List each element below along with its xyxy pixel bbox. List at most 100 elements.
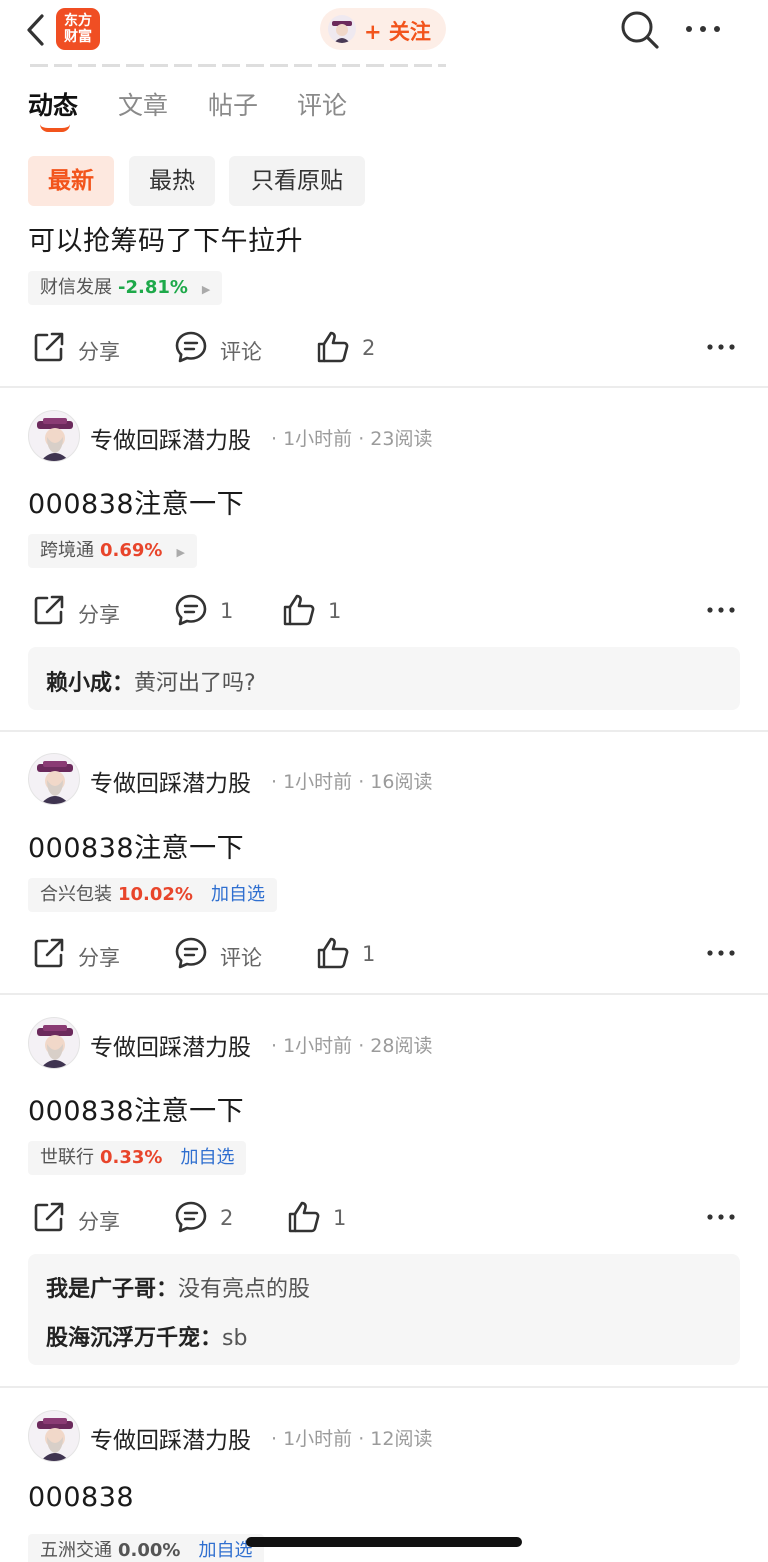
- stock-tag[interactable]: 五洲交通 0.00% 加自选: [28, 1534, 265, 1562]
- add-watchlist-button[interactable]: 加自选: [180, 1147, 234, 1168]
- thumbs-up-icon: [317, 937, 349, 969]
- divider: [0, 1386, 768, 1388]
- stock-name: 财信发展: [40, 277, 112, 298]
- author-name: 专做回踩潜力股: [90, 1035, 251, 1061]
- stock-tag[interactable]: 世联行 0.33% 加自选: [28, 1141, 247, 1175]
- filter-hottest[interactable]: 最热: [129, 156, 215, 206]
- post-author[interactable]: 专做回踩潜力股 · 1小时前 · 12阅读: [28, 1410, 748, 1462]
- chevron-left-icon[interactable]: [22, 12, 52, 48]
- thumbs-up-icon: [288, 1201, 320, 1233]
- more-icon[interactable]: [706, 1211, 736, 1223]
- post-text[interactable]: 000838注意一下: [28, 826, 244, 865]
- read-count: · 12阅读: [358, 1428, 433, 1450]
- post-time: · 1小时前: [271, 1428, 353, 1450]
- thumbs-up-icon: [317, 331, 349, 363]
- comment-user[interactable]: 赖小成：: [46, 671, 134, 696]
- comment-preview[interactable]: 赖小成：黄河出了吗?: [28, 647, 740, 710]
- stock-change: -2.81%: [118, 277, 188, 298]
- post-text[interactable]: 000838注意一下: [28, 482, 244, 521]
- tab-articles[interactable]: 文章: [118, 86, 168, 122]
- home-indicator[interactable]: [246, 1537, 522, 1547]
- like-count: 2: [362, 336, 376, 360]
- more-icon[interactable]: [706, 604, 736, 616]
- more-icon[interactable]: [682, 14, 726, 44]
- post-author[interactable]: 专做回踩潜力股 · 1小时前 · 23阅读: [28, 410, 748, 462]
- comment-label: 评论: [220, 340, 262, 364]
- add-watchlist-button[interactable]: 加自选: [211, 884, 265, 905]
- stock-change: 10.02%: [118, 884, 193, 905]
- stock-tag[interactable]: 合兴包装 10.02% 加自选: [28, 878, 277, 912]
- post-text[interactable]: 000838注意一下: [28, 1089, 244, 1128]
- tab-posts[interactable]: 帖子: [208, 86, 258, 122]
- read-count: · 28阅读: [358, 1035, 433, 1057]
- comment-text: 没有亮点的股: [178, 1277, 311, 1302]
- share-label: 分享: [78, 1210, 120, 1234]
- tab-active-indicator: [40, 124, 70, 132]
- caret-right-icon: ▶: [201, 283, 211, 296]
- comment-icon: [175, 594, 207, 626]
- comment-user[interactable]: 我是广子哥：: [46, 1277, 178, 1302]
- profile-tabs: 动态 文章 帖子 评论: [0, 68, 768, 138]
- post-text[interactable]: 可以抢筹码了下午拉升: [28, 219, 303, 258]
- avatar[interactable]: [28, 410, 80, 462]
- author-name: 专做回踩潜力股: [90, 771, 251, 797]
- post-time: · 1小时前: [271, 428, 353, 450]
- author-name: 专做回踩潜力股: [90, 428, 251, 454]
- share-icon: [34, 595, 64, 625]
- share-icon: [34, 938, 64, 968]
- tab-dynamic[interactable]: 动态: [28, 86, 78, 122]
- add-watchlist-button[interactable]: 加自选: [198, 1540, 252, 1561]
- read-count: · 16阅读: [358, 771, 433, 793]
- like-count: 1: [328, 599, 342, 623]
- comment-text: 黄河出了吗?: [134, 671, 256, 696]
- divider: [0, 730, 768, 732]
- post-author[interactable]: 专做回踩潜力股 · 1小时前 · 28阅读: [28, 1017, 748, 1069]
- read-count: · 23阅读: [358, 428, 433, 450]
- post-time: · 1小时前: [271, 771, 353, 793]
- like-count: 1: [362, 942, 376, 966]
- stock-name: 跨境通: [40, 540, 94, 561]
- share-icon: [34, 1202, 64, 1232]
- stock-name: 合兴包装: [40, 884, 112, 905]
- avatar[interactable]: [28, 1410, 80, 1462]
- author-name: 专做回踩潜力股: [90, 1428, 251, 1454]
- more-icon[interactable]: [706, 341, 736, 353]
- avatar: [328, 15, 356, 43]
- stock-tag[interactable]: 财信发展 -2.81% ▶: [28, 271, 223, 305]
- filter-original-only[interactable]: 只看原贴: [229, 156, 365, 206]
- filter-latest[interactable]: 最新: [28, 156, 114, 206]
- comment-count: 1: [220, 599, 234, 623]
- search-icon[interactable]: [618, 8, 662, 52]
- comment-count: 2: [220, 1206, 234, 1230]
- post-text[interactable]: 000838: [28, 1482, 134, 1513]
- post-time: · 1小时前: [271, 1035, 353, 1057]
- comment-user[interactable]: 股海沉浮万千宠：: [46, 1326, 222, 1351]
- comment-preview[interactable]: 我是广子哥：没有亮点的股 股海沉浮万千宠：sb: [28, 1254, 740, 1365]
- post-author[interactable]: 专做回踩潜力股 · 1小时前 · 16阅读: [28, 753, 748, 805]
- avatar[interactable]: [28, 1017, 80, 1069]
- comment-item: 赖小成：黄河出了吗?: [46, 665, 256, 697]
- divider: [0, 386, 768, 388]
- post-meta: · 1小时前 · 12阅读: [271, 1424, 432, 1451]
- follow-button[interactable]: + 关注: [320, 8, 446, 50]
- app-logo: 东方 财富: [56, 8, 100, 50]
- stock-name: 世联行: [40, 1147, 94, 1168]
- comment-label: 评论: [220, 946, 262, 970]
- comment-icon: [175, 1201, 207, 1233]
- share-label: 分享: [78, 340, 120, 364]
- avatar[interactable]: [28, 753, 80, 805]
- stock-change: 0.33%: [100, 1147, 163, 1168]
- follow-label: + 关注: [364, 20, 431, 44]
- stock-name: 五洲交通: [40, 1540, 112, 1561]
- divider: [0, 993, 768, 995]
- more-icon[interactable]: [706, 947, 736, 959]
- tab-comments[interactable]: 评论: [297, 86, 347, 122]
- post-meta: · 1小时前 · 16阅读: [271, 767, 432, 794]
- thumbs-up-icon: [283, 594, 315, 626]
- post-meta: · 1小时前 · 23阅读: [271, 424, 432, 451]
- like-count: 1: [333, 1206, 347, 1230]
- share-icon: [34, 332, 64, 362]
- stock-change: 0.69%: [100, 540, 163, 561]
- stock-tag[interactable]: 跨境通 0.69% ▶: [28, 534, 197, 568]
- top-bar: 东方 财富 + 关注: [0, 0, 768, 64]
